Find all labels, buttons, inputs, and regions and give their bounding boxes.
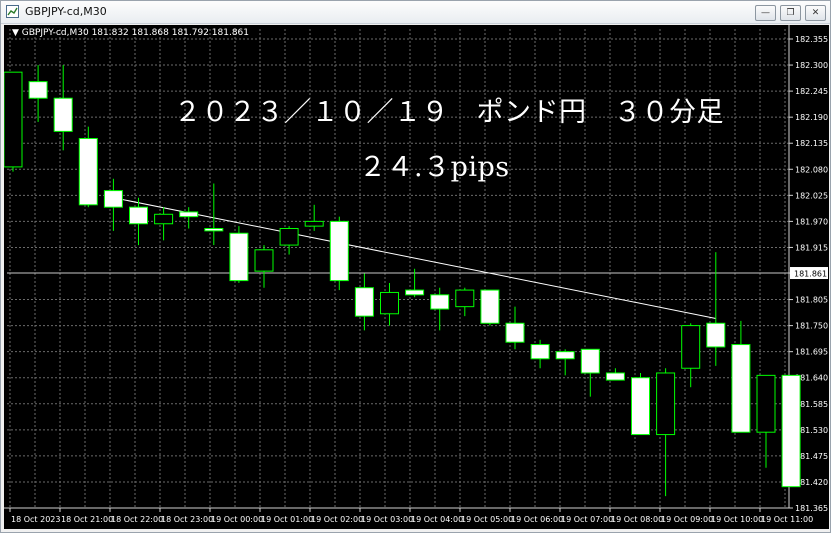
minimize-button[interactable]: — [755,5,776,21]
x-tick-label: 19 Oct 05:00 [461,515,513,524]
candle-bull [380,291,399,315]
candle-bear [354,287,374,317]
y-tick-label: 181.695 [795,348,828,357]
candle-bull [154,213,174,225]
candle-bear [53,97,73,132]
candle-bull [681,325,701,369]
candle-bear [631,377,650,436]
terminal-window: GBPJPY-cd,M30 — ❐ ✕ 182.355 182.300 182.24… [0,0,831,533]
candle-bear [530,344,550,360]
chart-area[interactable]: 182.355 182.300 182.245 182.190 182.135 182.0… [4,25,829,529]
candle-bull [304,220,324,227]
x-tick-label: 19 Oct 00:00 [211,515,263,524]
annotation-pips: ２４.３pips [359,152,510,183]
candle-bear [229,232,249,282]
x-tick-label: 19 Oct 09:00 [661,515,713,524]
x-tick-label: 18 Oct 2023 [11,515,60,524]
x-tick-label: 19 Oct 02:00 [311,515,363,524]
candle-bear [28,81,48,99]
close-button[interactable]: ✕ [805,5,826,21]
symbol-label: GBPJPY-cd,M30 [21,28,89,38]
y-tick-label: 182.355 [795,35,828,44]
current-price-label: 181.861 [794,270,827,279]
candle-bear [204,227,224,232]
candle-bear [605,372,625,381]
x-tick-label: 19 Oct 03:00 [361,515,413,524]
candle-bull [656,372,676,436]
candle-bear [706,322,726,348]
candle-bear [103,190,123,208]
restore-button[interactable]: ❐ [780,5,801,21]
y-tick-label: 182.300 [795,61,828,70]
x-tick-label: 18 Oct 23:00 [161,515,213,524]
candle-bear [129,206,148,225]
candle-bull [279,227,299,246]
y-tick-label: 181.365 [795,504,828,513]
x-tick-label: 19 Oct 10:00 [711,515,763,524]
y-tick-label: 182.190 [795,113,828,122]
candle-bear [430,294,450,310]
candle-bear [405,289,425,296]
x-tick-label: 19 Oct 06:00 [511,515,563,524]
dropdown-triangle-icon[interactable]: ▼ [12,28,19,38]
window-titlebar[interactable]: GBPJPY-cd,M30 — ❐ ✕ [1,1,830,24]
x-tick-label: 19 Oct 08:00 [611,515,663,524]
candle-bear [179,211,199,218]
candle-bull [756,374,776,433]
x-tick-label: 18 Oct 21:00 [61,515,113,524]
x-tick-label: 19 Oct 07:00 [561,515,613,524]
candle-bear [480,289,500,324]
candle-bear [78,137,98,206]
ohlc-readout: 181.832 181.868 181.792 181.861 [91,28,250,38]
trendline [113,197,716,319]
y-tick-label: 181.915 [795,243,828,252]
y-tick-label: 181.805 [795,296,828,305]
y-tick-label: 182.080 [795,165,828,174]
candle-bear [505,322,525,343]
y-tick-label: 181.750 [795,322,828,331]
y-tick-label: 182.245 [795,87,828,96]
x-tick-label: 19 Oct 01:00 [261,515,313,524]
x-tick-label: 19 Oct 11:00 [761,515,813,524]
candle-bear [329,220,349,282]
annotation-title: ２０２３／１０／１９ ポンド円 ３０分足 [174,97,724,128]
candle-bear [781,374,801,488]
y-tick-label: 182.135 [795,139,828,148]
candle-bear [555,351,575,360]
candle-bear [580,348,600,374]
candle-bull [455,289,475,308]
x-tick-label: 18 Oct 22:00 [111,515,163,524]
candle-bull [254,249,274,272]
chart-window-icon [6,5,19,18]
x-tick-label: 19 Oct 04:00 [411,515,463,524]
candle-bear [731,344,751,433]
window-title: GBPJPY-cd,M30 [25,5,107,18]
chart-header: ▼ GBPJPY-cd,M30 181.832 181.868 181.792 … [12,28,249,38]
y-tick-label: 182.025 [795,191,828,200]
candle-bull [4,71,23,168]
y-tick-label: 181.970 [795,217,828,226]
